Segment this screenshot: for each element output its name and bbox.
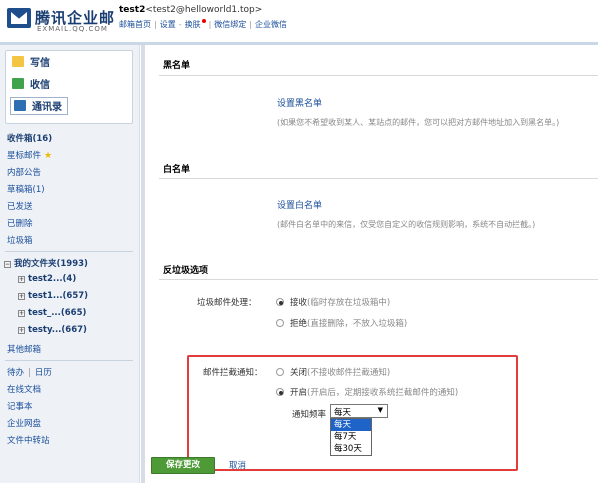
- mail-logo-icon: [7, 8, 31, 28]
- sidebar-item-starred[interactable]: 星标邮件 ★: [7, 149, 52, 161]
- header: 腾讯企业邮 EXMAIL.QQ.COM test2<test2@hellowor…: [0, 0, 598, 42]
- option-label: 拒绝: [290, 319, 308, 329]
- separator: |: [249, 20, 252, 29]
- save-button[interactable]: 保存更改: [151, 457, 215, 474]
- home-link[interactable]: 邮箱首页: [119, 20, 151, 29]
- todo-link[interactable]: 待办: [7, 368, 24, 378]
- sidebar-item-file-transfer[interactable]: 文件中转站: [7, 434, 50, 446]
- pencil-icon: [12, 56, 24, 67]
- sidebar-item-netdisk[interactable]: 企业网盘: [7, 417, 41, 429]
- separator: |: [208, 20, 212, 29]
- contacts-button[interactable]: 通讯录: [10, 97, 68, 115]
- sidebar-item-announcements[interactable]: 内部公告: [7, 166, 41, 178]
- divider: [159, 75, 598, 76]
- sidebar-tools: 待办 | 日历: [7, 366, 52, 378]
- receive-button[interactable]: 收信: [12, 76, 50, 94]
- account-info: test2<test2@helloworld1.top>: [119, 5, 262, 15]
- whitelist-hint: (邮件白名单中的来信，仅受您自定义的收信规则影响，系统不自动拦截。): [277, 220, 536, 229]
- spam-reject-option[interactable]: 拒绝(直接删除，不放入垃圾箱): [276, 317, 407, 329]
- sidebar-item-drafts[interactable]: 草稿箱(1): [7, 183, 45, 195]
- star-icon: ★: [44, 151, 53, 161]
- expand-icon[interactable]: +: [18, 293, 25, 300]
- sidebar: 写信 收信 通讯录 收件箱(16) 星标邮件 ★ 内部公告 草稿箱(1) 已发送 …: [0, 45, 140, 483]
- expand-icon[interactable]: +: [18, 276, 25, 283]
- sidebar-item-deleted[interactable]: 已删除: [7, 217, 33, 229]
- set-blacklist-link[interactable]: 设置黑名单: [277, 96, 322, 109]
- set-whitelist-link[interactable]: 设置白名单: [277, 198, 322, 211]
- sidebar-item-notepad[interactable]: 记事本: [7, 400, 33, 412]
- spam-accept-option[interactable]: 接收(临时存放在垃圾箱中): [276, 296, 390, 308]
- compose-button[interactable]: 写信: [12, 54, 50, 72]
- radio-icon[interactable]: [276, 319, 284, 327]
- receive-label: 收信: [30, 80, 50, 91]
- expand-icon[interactable]: +: [18, 310, 25, 317]
- settings-panel: 黑名单 设置黑名单 (如果您不希望收到某人、某站点的邮件，您可以把对方邮件地址加…: [141, 45, 598, 483]
- folder-label: test1...(657): [28, 291, 89, 301]
- collapse-icon[interactable]: −: [4, 261, 11, 268]
- separator: |: [28, 368, 31, 378]
- wework-link[interactable]: 企业微信: [255, 20, 287, 29]
- expand-icon[interactable]: +: [18, 327, 25, 334]
- radio-selected-icon[interactable]: [276, 298, 284, 306]
- skin-link[interactable]: 换肤: [185, 20, 201, 29]
- contacts-label: 通讯录: [32, 102, 62, 113]
- option-note: (直接删除，不放入垃圾箱): [307, 319, 408, 329]
- divider: [159, 178, 598, 179]
- highlight-box: [187, 355, 518, 471]
- sidebar-item-folder[interactable]: + test2...(4): [18, 274, 76, 284]
- sidebar-item-folder[interactable]: + test_...(665): [18, 308, 86, 318]
- compose-label: 写信: [30, 58, 50, 69]
- account-email: <test2@helloworld1.top>: [145, 5, 263, 15]
- sidebar-item-online-docs[interactable]: 在线文档: [7, 383, 41, 395]
- sidebar-item-my-folders[interactable]: − 我的文件夹(1993): [4, 257, 88, 269]
- sidebar-item-spam[interactable]: 垃圾箱: [7, 234, 33, 246]
- account-name: test2: [119, 5, 146, 15]
- logo-subtext: EXMAIL.QQ.COM: [37, 25, 108, 33]
- sidebar-item-inbox[interactable]: 收件箱(16): [7, 132, 52, 144]
- antispam-title: 反垃圾选项: [163, 266, 209, 276]
- sidebar-item-other-mailbox[interactable]: 其他邮箱: [7, 343, 41, 355]
- wechat-bind-link[interactable]: 微信绑定: [214, 20, 246, 29]
- inbox-icon: [12, 78, 24, 89]
- top-links: 邮箱首页 | 设置 - 换肤 | 微信绑定 | 企业微信: [119, 19, 287, 30]
- option-label: 接收: [290, 298, 308, 308]
- sidebar-item-folder[interactable]: + test1...(657): [18, 291, 88, 301]
- sidebar-item-folder[interactable]: + testy...(667): [18, 325, 87, 335]
- folder-label: test2...(4): [28, 274, 77, 284]
- folder-label: test_...(665): [28, 308, 87, 318]
- blacklist-hint: (如果您不希望收到某人、某站点的邮件，您可以把对方邮件地址加入到黑名单。): [277, 118, 560, 127]
- calendar-link[interactable]: 日历: [35, 368, 52, 378]
- whitelist-title: 白名单: [163, 165, 191, 175]
- folder-label: testy...(667): [28, 325, 87, 335]
- option-note: (临时存放在垃圾箱中): [307, 298, 391, 308]
- blacklist-title: 黑名单: [163, 61, 191, 71]
- separator: |: [154, 20, 157, 29]
- contacts-icon: [14, 100, 26, 111]
- cancel-link[interactable]: 取消: [229, 459, 246, 471]
- logo[interactable]: 腾讯企业邮 EXMAIL.QQ.COM: [7, 6, 137, 36]
- starred-label: 星标邮件: [7, 151, 42, 161]
- divider: [5, 360, 133, 361]
- divider: [5, 251, 133, 252]
- settings-link[interactable]: 设置: [160, 20, 176, 29]
- my-folders-label: 我的文件夹(1993): [14, 259, 88, 269]
- sidebar-item-sent[interactable]: 已发送: [7, 200, 33, 212]
- new-dot-icon: [201, 19, 206, 23]
- spam-handling-label: 垃圾邮件处理：: [197, 298, 257, 308]
- separator: -: [178, 20, 182, 29]
- divider: [159, 279, 598, 280]
